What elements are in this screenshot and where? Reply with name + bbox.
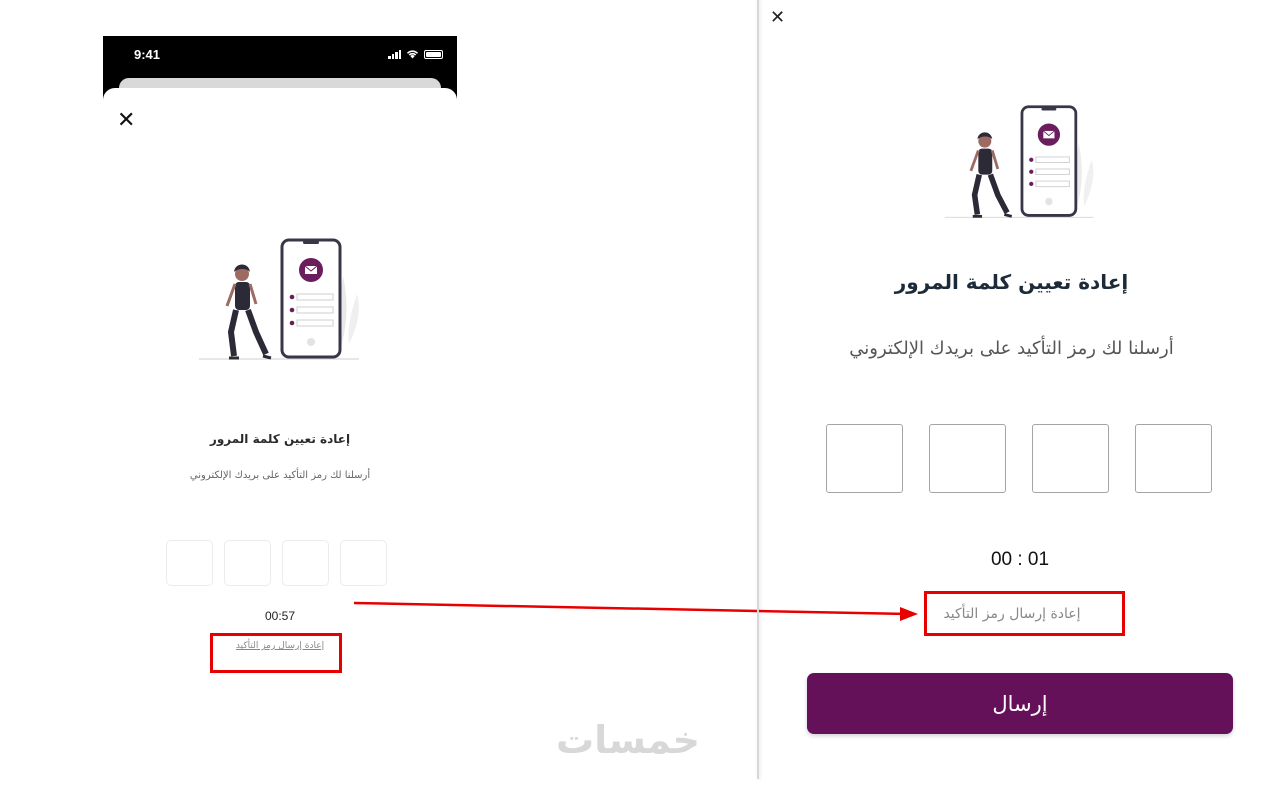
otp-inputs <box>826 424 1212 493</box>
mobile-mockup: 9:41 ✕ إعادة تعيين كلمة المرور أرسلنا لك… <box>103 36 457 788</box>
page-subtitle: أرسلنا لك رمز التأكيد على بريدك الإلكترو… <box>189 470 371 481</box>
otp-input-2[interactable] <box>929 424 1006 493</box>
watermark-logo: خمسات <box>556 718 700 762</box>
otp-box[interactable] <box>224 540 271 586</box>
otp-box[interactable] <box>282 540 329 586</box>
otp-input-3[interactable] <box>1032 424 1109 493</box>
page-subtitle: أرسلنا لك رمز التأكيد على بريدك الإلكترو… <box>849 338 1174 359</box>
close-icon[interactable]: ✕ <box>117 110 135 132</box>
otp-box[interactable] <box>166 540 213 586</box>
send-button[interactable]: إرسال <box>807 673 1233 734</box>
otp-box[interactable] <box>340 540 387 586</box>
signal-icon <box>388 49 401 59</box>
countdown-timer: 00 : 01 <box>990 549 1050 570</box>
panel-divider <box>757 0 759 779</box>
page-title: إعادة تعيين كلمة المرور <box>894 270 1129 294</box>
wifi-icon <box>406 50 419 59</box>
status-time: 9:41 <box>134 47 161 62</box>
phone-email-illustration <box>199 238 359 360</box>
annotation-arrow <box>353 601 918 621</box>
otp-inputs <box>166 540 387 586</box>
mobile-sheet: ✕ إعادة تعيين كلمة المرور أرسلنا لك رمز … <box>103 88 457 788</box>
annotation-highlight-box <box>924 591 1125 636</box>
phone-email-illustration <box>944 105 1094 218</box>
otp-input-4[interactable] <box>1135 424 1212 493</box>
close-icon[interactable]: ✕ <box>770 9 785 27</box>
status-icons <box>388 49 443 59</box>
battery-icon <box>424 49 443 59</box>
annotation-highlight-box <box>210 633 342 673</box>
page-title: إعادة تعيين كلمة المرور <box>209 432 351 446</box>
otp-input-1[interactable] <box>826 424 903 493</box>
